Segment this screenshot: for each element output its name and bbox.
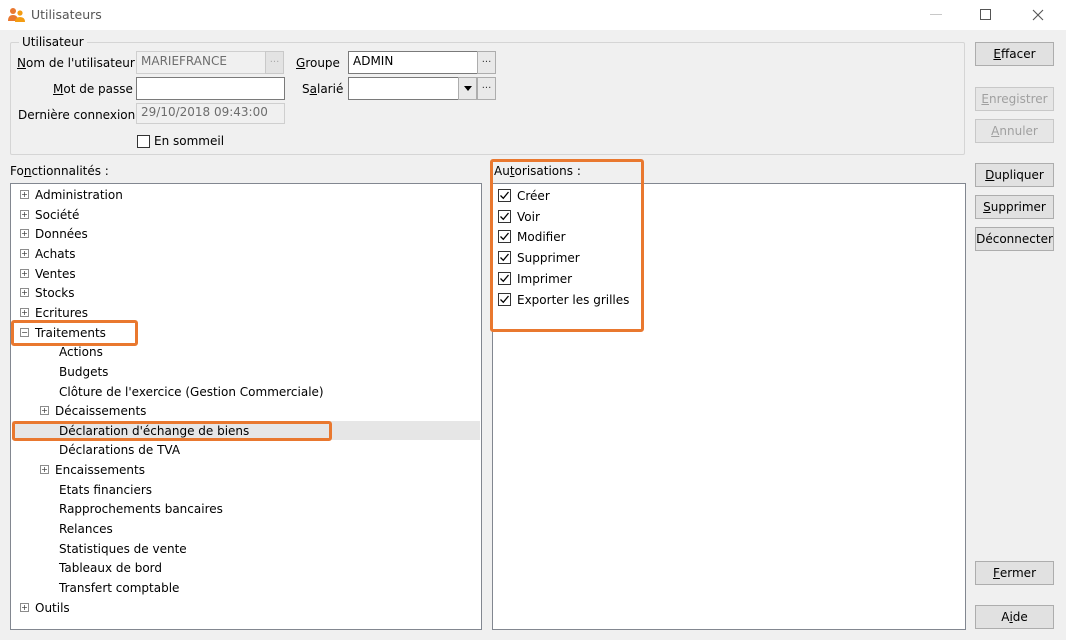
highlight-authorizations xyxy=(490,159,644,332)
minimize-button[interactable] xyxy=(913,0,959,30)
group-browse-button[interactable]: ··· xyxy=(477,51,496,74)
tree-item-label: Etats financiers xyxy=(59,482,153,497)
tree-item[interactable]: + Ventes xyxy=(20,264,76,283)
users-icon xyxy=(8,7,26,23)
tree-item-label: Tableaux de bord xyxy=(59,560,163,575)
tree-item-label: Décaissements xyxy=(55,403,147,418)
expand-icon[interactable]: + xyxy=(20,190,29,199)
expand-icon[interactable]: + xyxy=(20,249,29,258)
tree-item[interactable]: Relances xyxy=(59,519,113,538)
sleep-label: En sommeil xyxy=(154,134,225,148)
effacer-button[interactable]: Effacer xyxy=(975,42,1054,66)
maximize-button[interactable] xyxy=(963,0,1009,30)
tree-item[interactable]: Clôture de l'exercice (Gestion Commercia… xyxy=(59,382,324,401)
tree-item-label: Ecritures xyxy=(35,305,89,320)
tree-item-label: Encaissements xyxy=(55,462,145,477)
tree-item-label: Ventes xyxy=(35,266,76,281)
expand-icon[interactable]: + xyxy=(20,308,29,317)
tree-item[interactable]: + Encaissements xyxy=(40,460,145,479)
password-field[interactable] xyxy=(136,77,285,100)
tree-item-label: Actions xyxy=(59,344,103,359)
tree-item-label: Données xyxy=(35,226,88,241)
expand-icon[interactable]: + xyxy=(20,288,29,297)
tree-item[interactable]: Déclarations de TVA xyxy=(59,440,180,459)
username-field[interactable]: MARIEFRANCE xyxy=(136,51,266,74)
highlight-traitements xyxy=(11,320,138,346)
username-label: Nom de l'utilisateur xyxy=(17,56,135,70)
tree-item[interactable]: Transfert comptable xyxy=(59,578,179,597)
features-label: Fonctionnalités : xyxy=(10,164,109,178)
expand-icon[interactable]: + xyxy=(20,229,29,238)
window-title: Utilisateurs xyxy=(31,7,102,22)
tree-item[interactable]: Rapprochements bancaires xyxy=(59,499,223,518)
tree-item-label: Relances xyxy=(59,521,113,536)
deconnecter-button[interactable]: Déconnecter xyxy=(975,227,1054,251)
highlight-declaration xyxy=(12,421,332,441)
supprimer-button[interactable]: Supprimer xyxy=(975,195,1054,219)
tree-item[interactable]: + Données xyxy=(20,224,88,243)
user-group-legend: Utilisateur xyxy=(19,35,87,49)
tree-item-label: Statistiques de vente xyxy=(59,541,187,556)
sleep-checkbox[interactable] xyxy=(137,135,150,148)
username-browse-button[interactable]: ··· xyxy=(265,51,284,74)
tree-item[interactable]: + Décaissements xyxy=(40,401,146,420)
tree-item[interactable]: Etats financiers xyxy=(59,480,152,499)
tree-item[interactable]: + Achats xyxy=(20,244,76,263)
group-field[interactable]: ADMIN xyxy=(348,51,478,74)
tree-item-label: Transfert comptable xyxy=(59,580,180,595)
tree-item[interactable]: + Outils xyxy=(20,598,70,617)
chevron-down-icon xyxy=(463,86,472,91)
tree-item-label: Clôture de l'exercice (Gestion Commercia… xyxy=(59,384,324,399)
dupliquer-button[interactable]: Dupliquer xyxy=(975,163,1054,187)
tree-item-label: Achats xyxy=(35,246,76,261)
group-label: Groupe xyxy=(296,56,340,70)
tree-item[interactable]: Budgets xyxy=(59,362,108,381)
employee-dropdown-button[interactable] xyxy=(458,77,477,100)
close-button[interactable] xyxy=(1015,0,1061,30)
aide-button[interactable]: Ai de xyxy=(975,605,1054,629)
expand-icon[interactable]: + xyxy=(40,406,49,415)
tree-item-label: Société xyxy=(35,207,80,222)
tree-item-label: Administration xyxy=(35,187,123,202)
tree-item-label: Outils xyxy=(35,600,70,615)
tree-item[interactable]: + Société xyxy=(20,205,79,224)
tree-item[interactable]: + Stocks xyxy=(20,283,74,302)
fermer-button[interactable]: Fermer xyxy=(975,561,1054,585)
employee-select[interactable] xyxy=(348,77,459,100)
title-bar xyxy=(0,0,1066,30)
password-label: Mot de passe xyxy=(53,82,133,96)
employee-browse-button[interactable]: ··· xyxy=(477,77,496,100)
expand-icon[interactable]: + xyxy=(20,269,29,278)
tree-item[interactable]: Statistiques de vente xyxy=(59,539,187,558)
last-login-label: Dernière connexion xyxy=(18,108,136,122)
enregistrer-button[interactable]: Enregistrer xyxy=(975,87,1054,111)
expand-icon[interactable]: + xyxy=(40,465,49,474)
annuler-button[interactable]: Annuler xyxy=(975,119,1054,143)
last-login-field: 29/10/2018 09:43:00 xyxy=(136,103,285,124)
tree-item-label: Stocks xyxy=(35,285,75,300)
tree-item-label: Budgets xyxy=(59,364,109,379)
employee-label: Salarié xyxy=(302,82,344,96)
expand-icon[interactable]: + xyxy=(20,603,29,612)
tree-item-label: Déclarations de TVA xyxy=(59,442,181,457)
expand-icon[interactable]: + xyxy=(20,210,29,219)
tree-item[interactable]: Tableaux de bord xyxy=(59,558,162,577)
tree-item[interactable]: + Administration xyxy=(20,185,123,204)
tree-item-label: Rapprochements bancaires xyxy=(59,501,223,516)
